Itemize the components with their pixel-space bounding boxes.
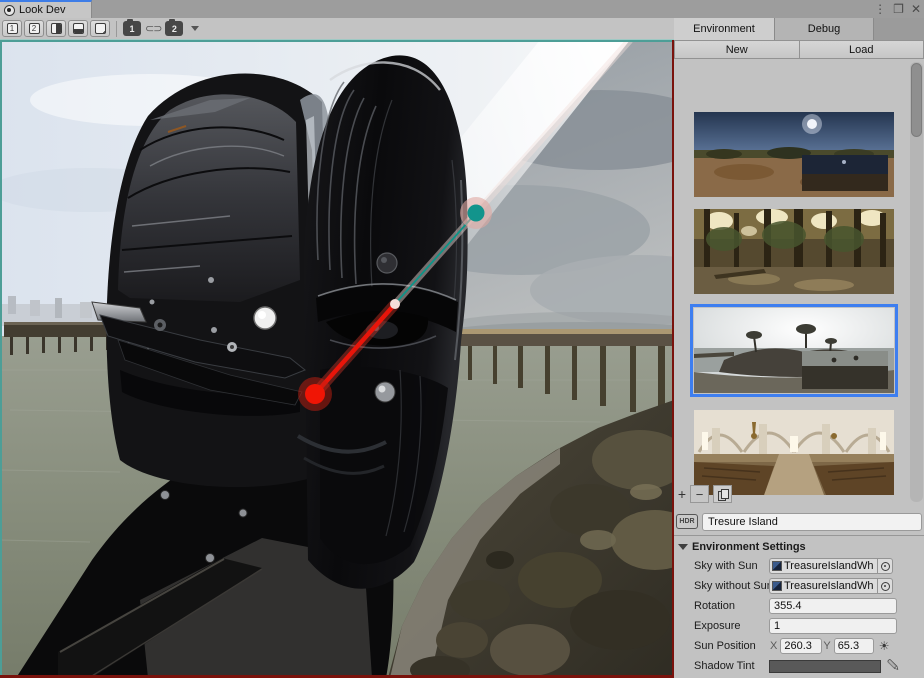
rotation-row: Rotation [674, 596, 924, 616]
hdri-thumbnail-list [674, 60, 924, 505]
top-bottom-split-button[interactable] [68, 20, 88, 37]
view-2-icon: 2 [29, 23, 40, 34]
environment-panel: Environment Debug New Load [674, 18, 924, 678]
menu-icon[interactable]: ⋮ [874, 0, 886, 18]
exposure-field[interactable] [769, 618, 897, 634]
viewport-toolbar: 1 2 1 ⊂⊃ 2 [0, 18, 674, 40]
object-picker-icon [881, 582, 890, 591]
texture-icon [772, 561, 782, 571]
tab-environment[interactable]: Environment [674, 18, 775, 40]
camera-2-button[interactable]: 2 [165, 21, 183, 36]
maximize-icon[interactable]: ❐ [893, 0, 904, 18]
sky-with-sun-picker-button[interactable] [877, 558, 893, 574]
sky-without-sun-object-field[interactable]: TreasureIslandWh [769, 578, 877, 594]
sun-position-label: Sun Position [674, 640, 769, 652]
sun-brightest-point-icon[interactable]: ☀ [879, 639, 890, 653]
lookdev-viewport[interactable] [0, 40, 674, 678]
chevron-down-icon[interactable] [191, 26, 199, 31]
divider [674, 535, 924, 536]
scrollbar-thumb[interactable] [911, 63, 922, 137]
lookdev-window: Look Dev ⋮ ❐ ✕ 1 2 1 ⊂⊃ 2 [0, 0, 924, 678]
shadow-tint-color-swatch[interactable] [769, 660, 881, 673]
diagonal-split-icon [95, 23, 106, 34]
title-bar: Look Dev ⋮ ❐ ✕ [0, 0, 924, 18]
shadow-tint-row: Shadow Tint 🖉 [674, 656, 924, 676]
sky-with-sun-row: Sky with Sun TreasureIslandWh [674, 556, 924, 576]
sky-without-sun-row: Sky without Sun TreasureIslandWh [674, 576, 924, 596]
eye-icon [4, 5, 15, 16]
env-actions: New Load [674, 40, 924, 59]
link-cameras-icon[interactable]: ⊂⊃ [143, 22, 163, 35]
duplicate-icon [718, 489, 727, 500]
thumbnail-scrollbar[interactable] [910, 62, 923, 502]
view-1-icon: 1 [7, 23, 18, 34]
panel-tab-bar: Environment Debug [674, 18, 924, 40]
horizontal-split-icon [73, 23, 84, 34]
sun-position-row: Sun Position X Y ☀ [674, 636, 924, 656]
hdr-name-row: HDR [676, 511, 922, 532]
selected-thumbnail-frame [690, 304, 898, 397]
viewport-scene [0, 40, 674, 678]
sky-without-sun-value: TreasureIslandWh [784, 580, 873, 592]
new-button[interactable]: New [674, 40, 800, 59]
texture-icon [772, 581, 782, 591]
side-by-side-split-button[interactable] [46, 20, 66, 37]
y-axis-label[interactable]: Y [823, 640, 830, 652]
sky-with-sun-label: Sky with Sun [674, 560, 769, 572]
exposure-label: Exposure [674, 620, 769, 632]
tab-debug[interactable]: Debug [775, 18, 874, 40]
toolbar-separator [116, 21, 117, 37]
single-view-1-button[interactable]: 1 [2, 20, 22, 37]
camera-1-button[interactable]: 1 [123, 21, 141, 36]
hdr-badge: HDR [676, 514, 698, 529]
close-icon[interactable]: ✕ [911, 0, 921, 18]
hdri-list-toolbar: + − [674, 484, 744, 504]
sky-without-sun-picker-button[interactable] [877, 578, 893, 594]
sky-with-sun-object-field[interactable]: TreasureIslandWh [769, 558, 877, 574]
add-hdri-button[interactable]: + [674, 486, 690, 502]
exposure-row: Exposure [674, 616, 924, 636]
duplicate-hdri-button[interactable] [713, 485, 732, 503]
window-controls: ⋮ ❐ ✕ [874, 0, 921, 18]
load-button[interactable]: Load [800, 40, 924, 59]
environment-settings-header[interactable]: Environment Settings [678, 539, 924, 555]
hdri-thumbnail-forest[interactable] [694, 209, 894, 294]
diagonal-split-button[interactable] [90, 20, 110, 37]
shadow-tint-label: Shadow Tint [674, 660, 769, 672]
sun-position-y-field[interactable] [834, 638, 874, 654]
sky-without-sun-label: Sky without Sun [674, 580, 769, 592]
window-title: Look Dev [19, 4, 65, 16]
foldout-triangle-icon [678, 544, 688, 550]
eyedropper-icon[interactable]: 🖉 [887, 657, 899, 676]
single-view-2-button[interactable]: 2 [24, 20, 44, 37]
remove-hdri-button[interactable]: − [690, 485, 709, 503]
rotation-field[interactable] [769, 598, 897, 614]
x-axis-label[interactable]: X [770, 640, 777, 652]
sun-position-x-field[interactable] [780, 638, 822, 654]
sky-with-sun-value: TreasureIslandWh [784, 560, 873, 572]
object-picker-icon [881, 562, 890, 571]
hdri-thumbnail-savanna[interactable] [694, 112, 894, 197]
hdri-name-field[interactable] [702, 513, 922, 531]
rotation-label: Rotation [674, 600, 769, 612]
tab-look-dev[interactable]: Look Dev [0, 0, 92, 18]
vertical-split-icon [51, 23, 62, 34]
environment-settings-title: Environment Settings [692, 541, 806, 553]
hdri-thumbnail-church[interactable] [694, 410, 894, 495]
